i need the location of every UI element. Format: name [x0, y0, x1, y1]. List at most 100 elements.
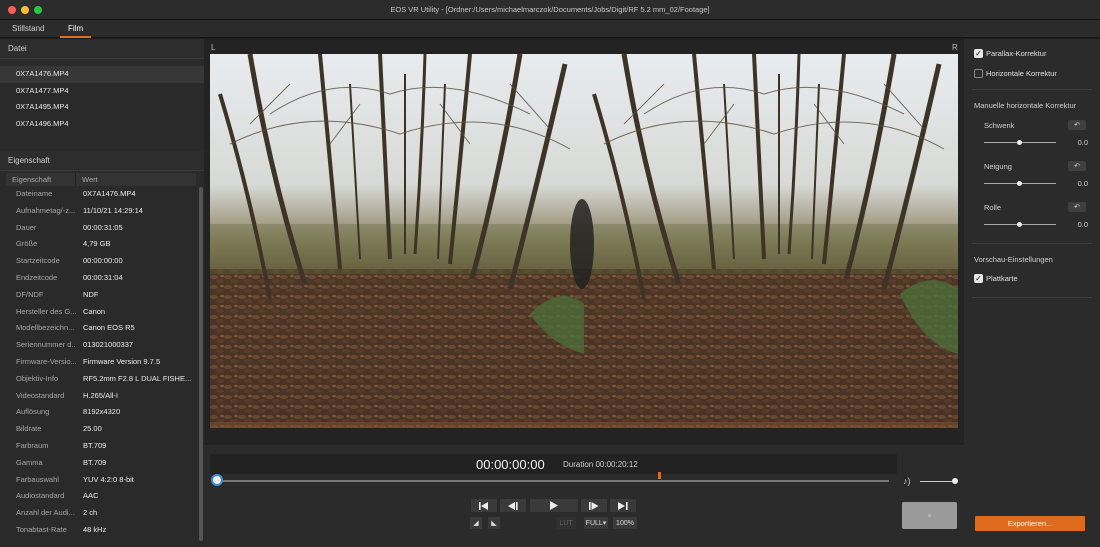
- property-value: 00:00:31:05: [83, 222, 123, 232]
- property-key: Firmware-Versio...: [16, 356, 76, 366]
- mark-in-button[interactable]: ◢: [470, 517, 482, 529]
- property-row[interactable]: Farbauswahl YUV 4:2:0 8-bit: [6, 472, 196, 489]
- property-row[interactable]: Modellbezeichn... Canon EOS R5: [6, 320, 196, 337]
- preview-thumbnail[interactable]: ⋄: [902, 502, 957, 529]
- column-header-value[interactable]: Wert: [76, 173, 98, 186]
- mark-out-button[interactable]: ◣: [488, 517, 500, 529]
- tab-film[interactable]: Film: [59, 24, 92, 38]
- tab-stillstand[interactable]: Stillstand: [12, 24, 44, 33]
- property-value: RF5.2mm F2.8 L DUAL FISHE...: [83, 373, 192, 383]
- go-to-start-button[interactable]: [470, 498, 498, 513]
- divider: [972, 89, 1092, 90]
- property-key: Seriennummer d...: [16, 340, 76, 350]
- property-value: 25.00: [83, 424, 102, 434]
- property-key: Startzeitcode: [16, 256, 60, 266]
- property-row[interactable]: Bildrate 25.00: [6, 421, 196, 438]
- title-bar: EOS VR Utility - [Ordner:/Users/michaelm…: [0, 0, 1100, 20]
- property-value: 013021000337: [83, 340, 134, 350]
- display-size-select[interactable]: FULL▾: [584, 517, 608, 529]
- property-row[interactable]: Farbraum BT.709: [6, 438, 196, 455]
- roll-slider-knob[interactable]: [1017, 222, 1022, 227]
- video-preview[interactable]: [210, 54, 958, 428]
- property-row[interactable]: Größe 4,79 GB: [6, 236, 196, 253]
- file-item[interactable]: 0X7A1477.MP4: [0, 83, 204, 100]
- property-row[interactable]: Aufnahmetag/-z... 11/10/21 14:29:14: [6, 203, 196, 220]
- reset-icon: ↶: [1074, 204, 1080, 211]
- volume-knob[interactable]: [952, 478, 958, 484]
- property-row[interactable]: Hersteller des G... Canon: [6, 304, 196, 321]
- lut-button[interactable]: LUT: [556, 517, 576, 529]
- roll-reset-button[interactable]: ↶: [1068, 202, 1086, 212]
- property-value: Canon: [83, 306, 106, 316]
- mark-out-icon: ◣: [491, 520, 497, 527]
- property-key: DF/NDF: [16, 289, 44, 299]
- property-row[interactable]: Objektiv-Info RF5.2mm F2.8 L DUAL FISHE..…: [6, 371, 196, 388]
- pan-reset-button[interactable]: ↶: [1068, 120, 1086, 130]
- property-row[interactable]: Audiostandard AAC: [6, 488, 196, 505]
- property-value: NDF: [83, 289, 99, 299]
- properties-table-header: Eigenschaft Wert: [6, 173, 196, 186]
- pan-value: 0.0: [1077, 138, 1088, 147]
- play-button[interactable]: [529, 498, 579, 513]
- property-value: Canon EOS R5: [83, 323, 135, 333]
- property-row[interactable]: Videostandard H.265/All-I: [6, 388, 196, 405]
- property-key: Tonabtast-Rate: [16, 524, 67, 534]
- property-key: Objektiv-Info: [16, 373, 59, 383]
- property-row[interactable]: Firmware-Versio... Firmware Version 9.7.5: [6, 354, 196, 371]
- horizontal-correction-checkbox[interactable]: Horizontale Korrektur: [974, 69, 1057, 78]
- horizontal-correction-label: Horizontale Korrektur: [986, 69, 1057, 78]
- file-item[interactable]: 0X7A1495.MP4: [0, 99, 204, 116]
- property-row[interactable]: Tonabtast-Rate 48 kHz: [6, 522, 196, 539]
- parallax-correction-checkbox[interactable]: ✓ Parallax-Korrektur: [974, 49, 1046, 58]
- property-row[interactable]: Dateiname 0X7A1476.MP4: [6, 186, 196, 203]
- property-key: Audiostandard: [16, 491, 65, 501]
- divider: [972, 297, 1092, 298]
- property-row[interactable]: Startzeitcode 00:00:00:00: [6, 253, 196, 270]
- property-value: YUV 4:2:0 8-bit: [83, 474, 134, 484]
- plattkarte-checkbox[interactable]: ✓ Plattkarte: [974, 274, 1018, 283]
- property-value: 11/10/21 14:29:14: [83, 205, 143, 215]
- property-value: 2 ch: [83, 508, 98, 518]
- property-key: Hersteller des G...: [16, 306, 76, 316]
- property-row[interactable]: Dauer 00:00:31:05: [6, 220, 196, 237]
- property-row[interactable]: Endzeitcode 00:00:31:04: [6, 270, 196, 287]
- property-row[interactable]: Seriennummer d... 013021000337: [6, 337, 196, 354]
- property-row[interactable]: Auflösung 8192x4320: [6, 404, 196, 421]
- zoom-level-button[interactable]: 100%: [613, 517, 637, 529]
- property-key: Dauer: [16, 222, 37, 232]
- next-frame-button[interactable]: [580, 498, 608, 513]
- pan-slider-knob[interactable]: [1017, 140, 1022, 145]
- go-to-end-button[interactable]: [609, 498, 637, 513]
- properties-scrollbar[interactable]: [199, 187, 203, 541]
- property-key: Dateiname: [16, 189, 53, 198]
- property-row[interactable]: Gamma BT.709: [6, 455, 196, 472]
- right-eye-label: R: [952, 43, 958, 52]
- volume-slider[interactable]: [920, 481, 955, 482]
- seek-bar[interactable]: [217, 480, 889, 482]
- left-eye-image: [210, 54, 584, 428]
- property-row[interactable]: Anzahl der Audi... 2 ch: [6, 505, 196, 522]
- file-item[interactable]: 0X7A1476.MP4: [0, 66, 204, 83]
- file-list: 0X7A1476.MP4 0X7A1477.MP4 0X7A1495.MP4 0…: [0, 59, 204, 164]
- plattkarte-label: Plattkarte: [986, 274, 1018, 283]
- mode-tabs: Stillstand Film: [0, 20, 1100, 38]
- property-key: Farbraum: [16, 440, 49, 450]
- divider: [972, 243, 1092, 244]
- tilt-value: 0.0: [1077, 179, 1088, 188]
- properties-rows: Dateiname 0X7A1476.MP4 Aufnahmetag/-z... 11…: [6, 186, 196, 539]
- column-header-property[interactable]: Eigenschaft: [6, 173, 76, 186]
- property-key: Gamma: [16, 457, 43, 467]
- property-value: 4,79 GB: [83, 239, 111, 249]
- previous-frame-button[interactable]: [499, 498, 527, 513]
- viewer-area: L R 00:00:00:00 Duration 00:00:20:12 ♪) …: [204, 39, 964, 547]
- seek-knob[interactable]: [211, 474, 223, 486]
- property-row[interactable]: DF/NDF NDF: [6, 287, 196, 304]
- dual-fisheye-forest-image: [210, 54, 958, 428]
- tilt-slider-knob[interactable]: [1017, 181, 1022, 186]
- file-item[interactable]: 0X7A1496.MP4: [0, 116, 204, 133]
- step-back-icon: [508, 501, 518, 510]
- tilt-reset-button[interactable]: ↶: [1068, 161, 1086, 171]
- mark-in-icon: ◢: [473, 520, 479, 527]
- export-button[interactable]: Exportieren...: [975, 516, 1085, 531]
- left-eye-label: L: [211, 43, 216, 52]
